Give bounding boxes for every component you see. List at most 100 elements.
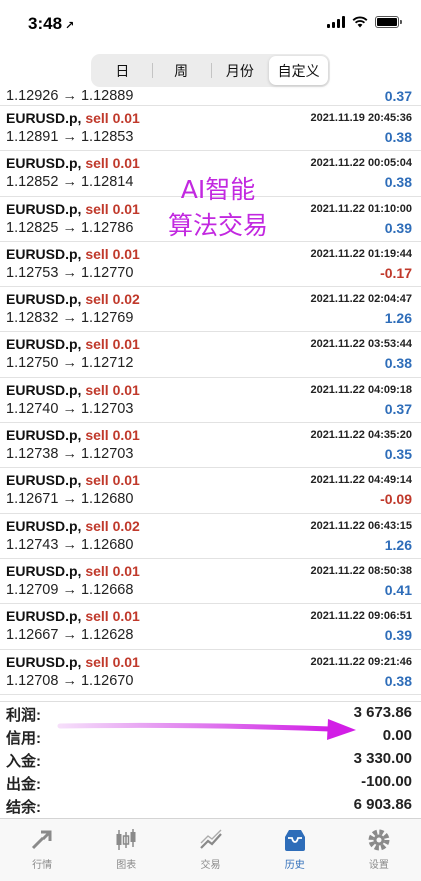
chart-icon	[116, 829, 136, 850]
cellular-signal-icon	[327, 16, 345, 28]
status-time: 3:48 ↗	[28, 14, 75, 33]
trade-side: sell 0.01	[85, 427, 140, 444]
trade-row[interactable]: EURUSD.p, sell 0.01 2021.11.22 03:53:44 1.…	[0, 332, 421, 378]
trade-symbol: EURUSD.p, sell 0.02	[6, 517, 140, 534]
trade-profit: 0.37	[384, 88, 412, 104]
trade-symbol: EURUSD.p, sell 0.01	[6, 427, 140, 444]
trade-prices: 1.12708 → 1.12670	[6, 672, 134, 689]
trade-time: 2021.11.22 09:21:46	[310, 655, 412, 668]
trade-row[interactable]: EURUSD.p, sell 0.01 2021.11.22 09:21:46 1.…	[0, 650, 421, 695]
trade-row[interactable]: EURUSD.p, sell 0.01 2021.11.22 00:05:04 1.…	[0, 151, 421, 197]
trade-prices: 1.12738 → 1.12703	[6, 446, 134, 463]
trade-side: sell 0.01	[85, 472, 140, 489]
trade-profit: 0.38	[384, 174, 412, 191]
trade-profit: 0.37	[384, 400, 412, 417]
trade-time: 2021.11.22 03:53:44	[310, 338, 412, 351]
period-selector: 日 周 月份 自定义	[91, 54, 330, 87]
period-tab-week[interactable]: 周	[151, 56, 211, 85]
trade-symbol: EURUSD.p, sell 0.01	[6, 472, 140, 489]
bottom-tab-bar: 行情 图表 交易 历史 设置	[0, 818, 421, 881]
trade-profit: 0.35	[384, 446, 412, 463]
trade-row[interactable]: EURUSD.p, sell 0.01 2021.11.22 08:50:38 1.…	[0, 559, 421, 605]
history-icon	[284, 830, 305, 851]
battery-icon	[375, 16, 402, 28]
trade-profit: 0.38	[384, 355, 412, 372]
period-tab-day[interactable]: 日	[93, 56, 152, 85]
status-icons	[327, 16, 402, 28]
trade-symbol: EURUSD.p, sell 0.01	[6, 110, 140, 126]
trade-side: sell 0.01	[85, 155, 140, 172]
trade-prices: 1.12743 → 1.12680	[6, 536, 134, 553]
trade-side: sell 0.01	[85, 110, 140, 126]
trade-time: 2021.11.22 01:19:44	[310, 247, 412, 260]
trade-prices: 1.12667 → 1.12628	[6, 627, 134, 644]
trade-time: 2021.11.22 04:09:18	[310, 383, 412, 396]
trade-symbol: EURUSD.p, sell 0.01	[6, 653, 140, 670]
trade-prices: 1.12891 → 1.12853	[6, 129, 134, 145]
tab-chart[interactable]: 图表	[84, 819, 168, 881]
period-tab-month[interactable]: 月份	[210, 56, 270, 85]
trade-symbol: EURUSD.p, sell 0.01	[6, 381, 140, 398]
tab-settings[interactable]: 设置	[337, 819, 421, 881]
trade-prices: 1.12709 → 1.12668	[6, 581, 134, 598]
trade-prices: 1.12832 → 1.12769	[6, 310, 134, 327]
trade-prices: 1.12825 → 1.12786	[6, 219, 134, 236]
trade-prices: 1.12926 → 1.12889	[6, 88, 134, 104]
trade-time: 2021.11.22 04:35:20	[310, 429, 412, 442]
trade-row[interactable]: EURUSD.p, sell 0.02 2021.11.22 06:43:15 1.…	[0, 514, 421, 559]
summary-row-profit: 利润: 3 673.86	[6, 704, 412, 724]
trade-prices: 1.12740 → 1.12703	[6, 400, 134, 417]
trade-side: sell 0.01	[85, 608, 140, 625]
settings-icon	[368, 829, 390, 851]
trade-profit: 0.38	[384, 672, 412, 689]
tab-trade[interactable]: 交易	[168, 819, 252, 881]
trade-profit: -0.17	[380, 264, 412, 281]
trade-profit: 0.38	[384, 129, 412, 145]
summary-row-balance: 结余: 6 903.86	[6, 796, 412, 816]
trade-time: 2021.11.22 09:06:51	[310, 610, 412, 623]
trade-row[interactable]: EURUSD.p, sell 0.01 2021.11.22 01:10:00 1.…	[0, 197, 421, 242]
trade-symbol: EURUSD.p, sell 0.02	[6, 291, 140, 308]
tab-history[interactable]: 历史	[253, 819, 337, 881]
trade-side: sell 0.01	[85, 381, 140, 398]
trade-profit: 0.39	[384, 219, 412, 236]
trade-row[interactable]: EURUSD.p, sell 0.01 2021.11.22 04:35:20 1.…	[0, 423, 421, 469]
trade-time: 2021.11.22 08:50:38	[310, 564, 412, 577]
wifi-icon	[352, 16, 368, 28]
trade-side: sell 0.01	[85, 245, 140, 262]
trade-time: 2021.11.22 02:04:47	[310, 293, 412, 306]
trade-time: 2021.11.22 06:43:15	[310, 519, 412, 532]
trade-row[interactable]: 1.12926 → 1.12889 0.37	[0, 87, 421, 106]
trade-row[interactable]: EURUSD.p, sell 0.01 2021.11.22 04:49:14 1.…	[0, 468, 421, 514]
trade-time: 2021.11.22 01:10:00	[310, 202, 412, 215]
quotes-icon	[32, 830, 52, 850]
trade-icon	[199, 829, 222, 849]
trade-row[interactable]: EURUSD.p, sell 0.01 2021.11.22 09:06:51 1.…	[0, 604, 421, 650]
trade-symbol: EURUSD.p, sell 0.01	[6, 562, 140, 579]
trade-side: sell 0.01	[85, 562, 140, 579]
trade-symbol: EURUSD.p, sell 0.01	[6, 155, 140, 172]
status-bar: 3:48 ↗	[0, 0, 421, 50]
trade-history-list[interactable]: 1.12926 → 1.12889 0.37 EURUSD.p, sell 0.01…	[0, 87, 421, 699]
trade-profit: -0.09	[380, 491, 412, 508]
trade-profit: 1.26	[384, 536, 412, 553]
trade-row[interactable]: EURUSD.p, sell 0.01 2021.11.19 20:45:36 1.…	[0, 106, 421, 152]
tab-quotes[interactable]: 行情	[0, 819, 84, 881]
account-summary: 利润: 3 673.86 信用: 0.00 入金: 3 330.00 出金: -100.…	[0, 701, 421, 817]
trade-symbol: EURUSD.p, sell 0.01	[6, 608, 140, 625]
period-tab-custom[interactable]: 自定义	[269, 56, 328, 85]
trade-profit: 1.26	[384, 310, 412, 327]
trade-profit: 0.39	[384, 627, 412, 644]
summary-row-withdrawal: 出金: -100.00	[6, 773, 412, 793]
trade-row[interactable]: EURUSD.p, sell 0.02 2021.11.22 02:04:47 1.…	[0, 287, 421, 333]
trade-row[interactable]: EURUSD.p, sell 0.01 2021.11.22 04:09:18 1.…	[0, 378, 421, 424]
location-arrow-icon: ↗	[65, 20, 75, 32]
summary-row-deposit: 入金: 3 330.00	[6, 750, 412, 770]
summary-row-credit: 信用: 0.00	[6, 727, 412, 747]
trade-prices: 1.12852 → 1.12814	[6, 174, 134, 191]
trade-symbol: EURUSD.p, sell 0.01	[6, 200, 140, 217]
trade-time: 2021.11.22 04:49:14	[310, 474, 412, 487]
trade-side: sell 0.02	[85, 291, 140, 308]
trade-side: sell 0.01	[85, 200, 140, 217]
trade-row[interactable]: EURUSD.p, sell 0.01 2021.11.22 01:19:44 1.…	[0, 242, 421, 288]
